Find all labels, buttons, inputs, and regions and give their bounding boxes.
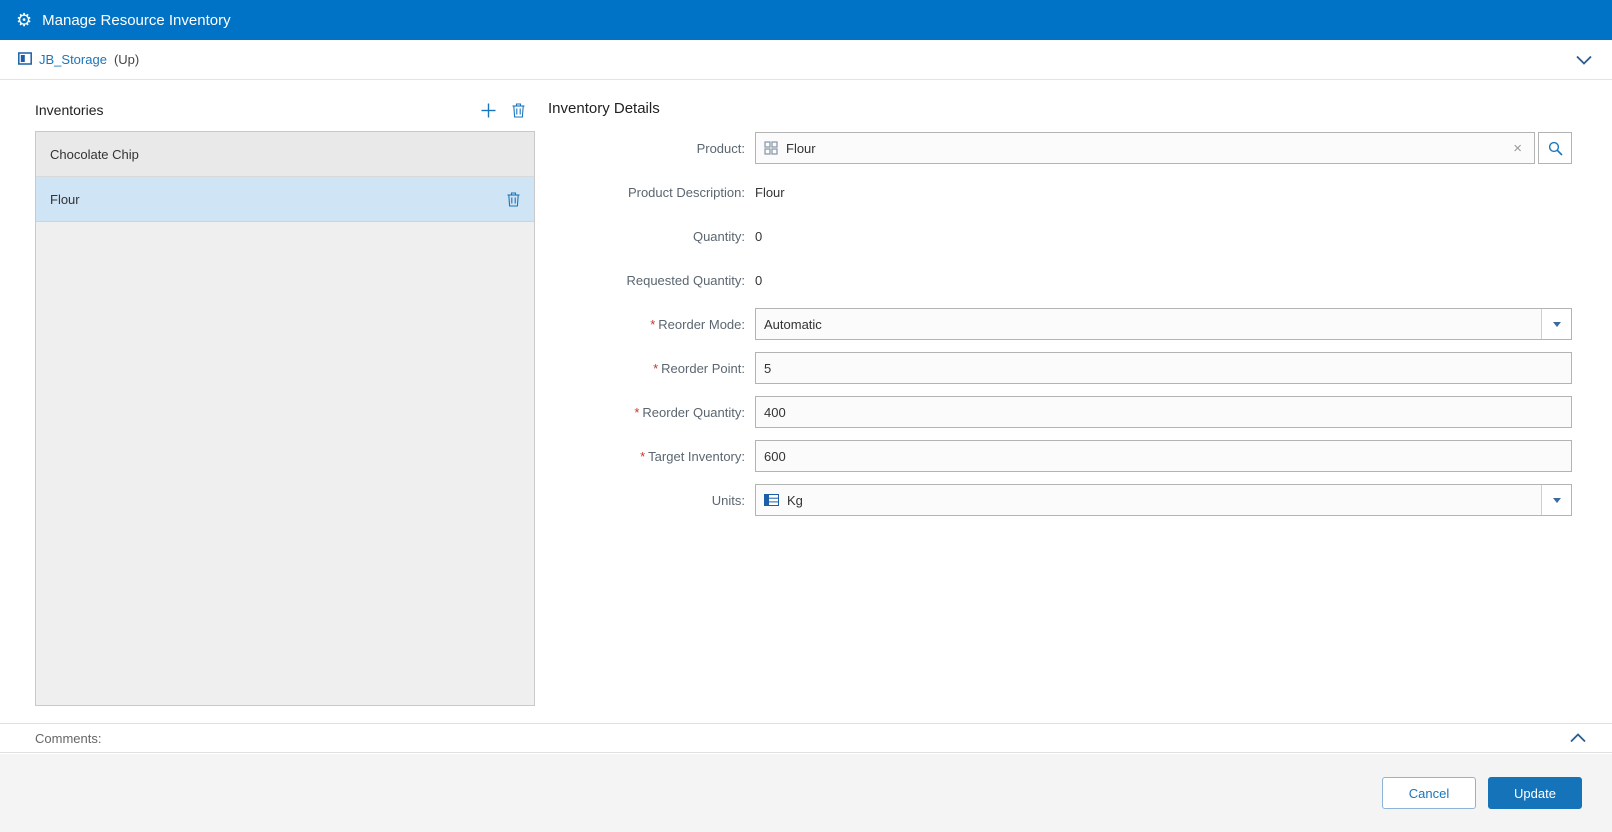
required-asterisk: *: [634, 404, 640, 420]
units-label: Units:: [711, 492, 745, 508]
breadcrumb: JB_Storage (Up): [0, 40, 1612, 80]
title-bar: ⚙ Manage Resource Inventory: [0, 0, 1612, 40]
units-table-icon: [764, 494, 779, 506]
product-label: Product:: [696, 140, 745, 156]
reorder-quantity-row: * Reorder Quantity:: [548, 396, 1572, 428]
list-item-flour[interactable]: Flour: [36, 177, 534, 222]
inventory-details-title: Inventory Details: [548, 100, 660, 117]
requested-quantity-label: Requested Quantity:: [626, 272, 745, 288]
inventory-details-form: Product: Flour × Product Description: Fl…: [548, 132, 1572, 516]
target-inventory-input[interactable]: [755, 440, 1572, 472]
gear-icon: ⚙: [16, 10, 33, 30]
reorder-mode-select[interactable]: Automatic: [755, 308, 1572, 340]
product-icon: [764, 141, 778, 155]
search-button[interactable]: [1538, 132, 1572, 164]
inventory-details-panel: Inventory Details Product: Flour × Produ…: [548, 100, 1572, 516]
product-field-row: Product: Flour ×: [548, 132, 1572, 164]
requested-quantity-row: Requested Quantity: 0: [548, 264, 1572, 296]
units-row: Units: Kg: [548, 484, 1572, 516]
inventories-title: Inventories: [35, 102, 104, 118]
footer-bar: Cancel Update: [0, 754, 1612, 832]
required-asterisk: *: [650, 316, 656, 332]
trash-icon: [512, 102, 525, 118]
plus-icon: [481, 103, 496, 117]
add-inventory-button[interactable]: [481, 103, 496, 118]
chevron-up-icon[interactable]: [1570, 733, 1586, 743]
reorder-point-label: * Reorder Point:: [653, 360, 745, 376]
reorder-quantity-label: * Reorder Quantity:: [634, 404, 745, 420]
product-combobox[interactable]: Flour ×: [755, 132, 1535, 164]
delete-inventory-button[interactable]: [512, 102, 525, 118]
inventories-header: Inventories: [35, 95, 535, 125]
search-icon: [1548, 141, 1563, 156]
product-description-value: Flour: [755, 184, 785, 200]
dropdown-caret-icon[interactable]: [1541, 485, 1571, 515]
manage-resource-inventory-window: ⚙ Manage Resource Inventory JB_Storage (…: [0, 0, 1612, 832]
inventories-list: Chocolate Chip Flour: [35, 131, 535, 706]
product-description-label: Product Description:: [627, 184, 745, 200]
window-title: Manage Resource Inventory: [42, 11, 231, 29]
target-inventory-label: * Target Inventory:: [640, 448, 745, 464]
requested-quantity-value: 0: [755, 272, 763, 288]
comments-bar: Comments:: [0, 723, 1612, 753]
trash-icon: [507, 191, 520, 207]
breadcrumb-link[interactable]: JB_Storage: [39, 52, 107, 67]
reorder-mode-label: * Reorder Mode:: [650, 316, 745, 332]
units-value: Kg: [787, 492, 803, 508]
reorder-mode-value: Automatic: [764, 316, 822, 332]
product-description-row: Product Description: Flour: [548, 176, 1572, 208]
required-asterisk: *: [640, 448, 646, 464]
target-inventory-row: * Target Inventory:: [548, 440, 1572, 472]
list-item-chocolate-chip[interactable]: Chocolate Chip: [36, 132, 534, 177]
reorder-mode-row: * Reorder Mode: Automatic: [548, 308, 1572, 340]
quantity-row: Quantity: 0: [548, 220, 1572, 252]
clear-icon[interactable]: ×: [1509, 141, 1526, 156]
product-value: Flour: [786, 140, 816, 156]
reorder-point-row: * Reorder Point:: [548, 352, 1572, 384]
reorder-quantity-input[interactable]: [755, 396, 1572, 428]
comments-label: Comments:: [35, 730, 102, 746]
reorder-point-input[interactable]: [755, 352, 1572, 384]
dropdown-caret-icon[interactable]: [1541, 309, 1571, 339]
list-item-label: Chocolate Chip: [50, 146, 139, 162]
inventories-panel: Inventories Chocolate Chip Flour: [35, 95, 535, 706]
cancel-button[interactable]: Cancel: [1382, 777, 1476, 809]
update-button[interactable]: Update: [1488, 777, 1582, 809]
breadcrumb-suffix: (Up): [113, 52, 140, 67]
delete-row-button[interactable]: [507, 191, 520, 207]
quantity-value: 0: [755, 228, 763, 244]
required-asterisk: *: [653, 360, 659, 376]
storage-icon: [18, 51, 32, 68]
units-select[interactable]: Kg: [755, 484, 1572, 516]
quantity-label: Quantity:: [692, 228, 745, 244]
chevron-down-icon[interactable]: [1576, 55, 1592, 65]
list-item-label: Flour: [50, 191, 80, 207]
